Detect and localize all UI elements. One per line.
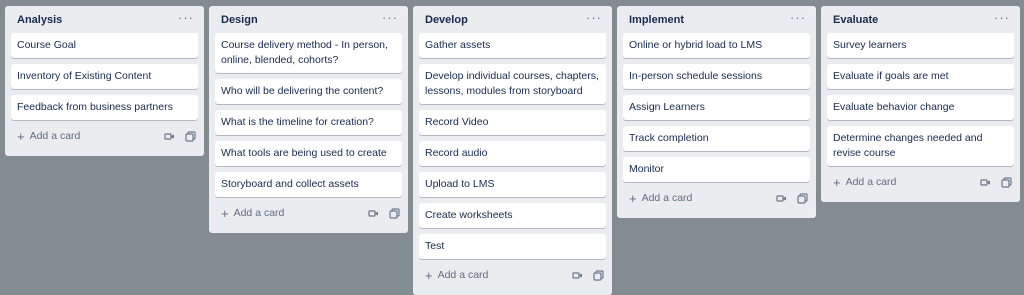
card[interactable]: Course delivery method - In person, onli… bbox=[215, 33, 402, 73]
card[interactable]: Gather assets bbox=[419, 33, 606, 58]
footer-icons bbox=[571, 269, 604, 281]
card[interactable]: Who will be delivering the content? bbox=[215, 79, 402, 104]
list-footer: + Add a card bbox=[827, 168, 1014, 196]
card-list: Course delivery method - In person, onli… bbox=[215, 33, 402, 197]
copy-icon[interactable] bbox=[388, 207, 400, 219]
copy-icon[interactable] bbox=[1000, 176, 1012, 188]
add-card-button[interactable]: + Add a card bbox=[833, 176, 896, 189]
card[interactable]: Survey learners bbox=[827, 33, 1014, 58]
card[interactable]: Record audio bbox=[419, 141, 606, 166]
list-header: Evaluate ··· bbox=[827, 6, 1014, 33]
list-footer: + Add a card bbox=[419, 261, 606, 289]
card[interactable]: Online or hybrid load to LMS bbox=[623, 33, 810, 58]
card[interactable]: What tools are being used to create bbox=[215, 141, 402, 166]
list-menu-icon[interactable]: ··· bbox=[382, 11, 398, 24]
add-card-label: Add a card bbox=[641, 192, 693, 204]
card[interactable]: Assign Learners bbox=[623, 95, 810, 120]
list-title[interactable]: Evaluate bbox=[833, 14, 878, 26]
add-card-label: Add a card bbox=[845, 176, 897, 188]
card[interactable]: Monitor bbox=[623, 157, 810, 182]
list-header: Design ··· bbox=[215, 6, 402, 33]
footer-icons bbox=[367, 207, 400, 219]
add-card-label: Add a card bbox=[437, 269, 489, 281]
card-template-icon[interactable] bbox=[571, 269, 583, 281]
card[interactable]: Develop individual courses, chapters, le… bbox=[419, 64, 606, 104]
plus-icon: + bbox=[629, 190, 637, 206]
card-template-icon[interactable] bbox=[163, 130, 175, 142]
plus-icon: + bbox=[833, 174, 841, 190]
plus-icon: + bbox=[17, 128, 25, 144]
card[interactable]: Storyboard and collect assets bbox=[215, 172, 402, 197]
card-template-icon[interactable] bbox=[979, 176, 991, 188]
add-card-button[interactable]: + Add a card bbox=[17, 130, 80, 143]
card[interactable]: Course Goal bbox=[11, 33, 198, 58]
list-implement: Implement ··· Online or hybrid load to L… bbox=[617, 6, 816, 218]
list-analysis: Analysis ··· Course Goal Inventory of Ex… bbox=[5, 6, 204, 156]
card[interactable]: Create worksheets bbox=[419, 203, 606, 228]
card-template-icon[interactable] bbox=[775, 192, 787, 204]
add-card-button[interactable]: + Add a card bbox=[425, 269, 488, 282]
list-header: Develop ··· bbox=[419, 6, 606, 33]
footer-icons bbox=[163, 130, 196, 142]
plus-icon: + bbox=[221, 205, 229, 221]
card-list: Gather assets Develop individual courses… bbox=[419, 33, 606, 259]
list-menu-icon[interactable]: ··· bbox=[178, 11, 194, 24]
list-footer: + Add a card bbox=[11, 122, 198, 150]
card-list: Course Goal Inventory of Existing Conten… bbox=[11, 33, 198, 120]
list-footer: + Add a card bbox=[215, 199, 402, 227]
list-title[interactable]: Implement bbox=[629, 14, 684, 26]
add-card-label: Add a card bbox=[233, 207, 285, 219]
list-develop: Develop ··· Gather assets Develop indivi… bbox=[413, 6, 612, 295]
footer-icons bbox=[775, 192, 808, 204]
footer-icons bbox=[979, 176, 1012, 188]
card[interactable]: What is the timeline for creation? bbox=[215, 110, 402, 135]
list-design: Design ··· Course delivery method - In p… bbox=[209, 6, 408, 233]
add-card-label: Add a card bbox=[29, 130, 81, 142]
list-header: Implement ··· bbox=[623, 6, 810, 33]
card[interactable]: Record Video bbox=[419, 110, 606, 135]
card[interactable]: Evaluate if goals are met bbox=[827, 64, 1014, 89]
copy-icon[interactable] bbox=[592, 269, 604, 281]
card[interactable]: Inventory of Existing Content bbox=[11, 64, 198, 89]
card[interactable]: Upload to LMS bbox=[419, 172, 606, 197]
card[interactable]: Track completion bbox=[623, 126, 810, 151]
list-evaluate: Evaluate ··· Survey learners Evaluate if… bbox=[821, 6, 1020, 202]
card[interactable]: Evaluate behavior change bbox=[827, 95, 1014, 120]
board: Analysis ··· Course Goal Inventory of Ex… bbox=[0, 0, 1024, 295]
list-title[interactable]: Develop bbox=[425, 14, 468, 26]
card[interactable]: Feedback from business partners bbox=[11, 95, 198, 120]
list-title[interactable]: Analysis bbox=[17, 14, 62, 26]
card-list: Survey learners Evaluate if goals are me… bbox=[827, 33, 1014, 166]
card[interactable]: Determine changes needed and revise cour… bbox=[827, 126, 1014, 166]
card-template-icon[interactable] bbox=[367, 207, 379, 219]
list-menu-icon[interactable]: ··· bbox=[790, 11, 806, 24]
copy-icon[interactable] bbox=[184, 130, 196, 142]
copy-icon[interactable] bbox=[796, 192, 808, 204]
card[interactable]: Test bbox=[419, 234, 606, 259]
list-footer: + Add a card bbox=[623, 184, 810, 212]
list-menu-icon[interactable]: ··· bbox=[586, 11, 602, 24]
add-card-button[interactable]: + Add a card bbox=[629, 192, 692, 205]
plus-icon: + bbox=[425, 267, 433, 283]
card-list: Online or hybrid load to LMS In-person s… bbox=[623, 33, 810, 182]
add-card-button[interactable]: + Add a card bbox=[221, 207, 284, 220]
list-header: Analysis ··· bbox=[11, 6, 198, 33]
list-title[interactable]: Design bbox=[221, 14, 258, 26]
list-menu-icon[interactable]: ··· bbox=[994, 11, 1010, 24]
card[interactable]: In-person schedule sessions bbox=[623, 64, 810, 89]
